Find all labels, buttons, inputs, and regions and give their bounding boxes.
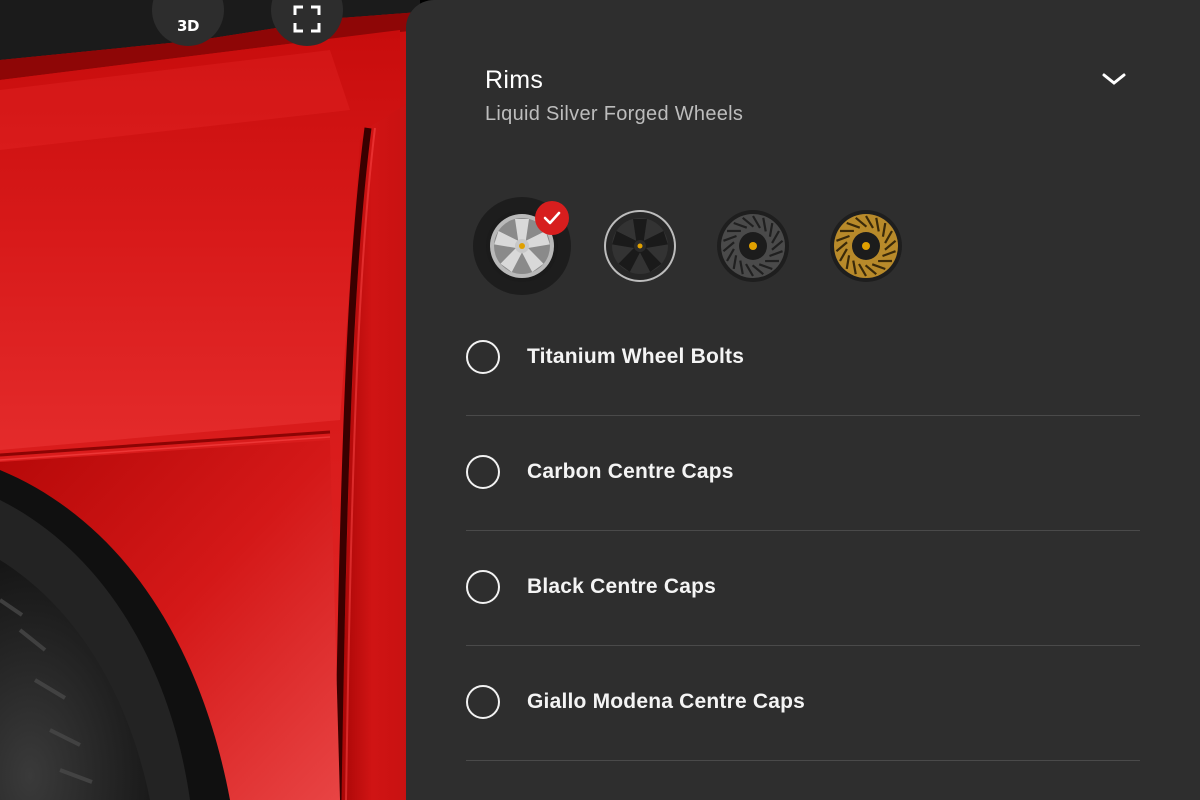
black-forged-wheel-icon: [604, 210, 676, 282]
option-label: Giallo Modena Centre Caps: [527, 690, 806, 713]
option-black-centre-caps[interactable]: Black Centre Caps: [466, 531, 1140, 646]
wheel-swatch-list: [473, 197, 973, 295]
option-carbon-centre-caps[interactable]: Carbon Centre Caps: [466, 416, 1140, 531]
wheel-swatch-silver-forged[interactable]: [473, 197, 571, 295]
rims-config-panel: Rims Liquid Silver Forged Wheels Titaniu…: [406, 0, 1200, 800]
option-titanium-wheel-bolts[interactable]: Titanium Wheel Bolts: [466, 301, 1140, 416]
fullscreen-icon: [293, 5, 321, 33]
option-label: Titanium Wheel Bolts: [527, 345, 745, 368]
configurator-screen: 3D Rims Liquid Silver Forged Wheels Tita…: [0, 0, 1200, 800]
radio-button[interactable]: [466, 570, 500, 604]
gold-turbine-wheel-icon: [830, 210, 902, 282]
option-label: Carbon Centre Caps: [527, 460, 734, 483]
wheel-swatch-gold-turbine[interactable]: [817, 197, 915, 295]
rims-section-header[interactable]: Rims Liquid Silver Forged Wheels: [485, 62, 1145, 142]
selected-check-icon: [535, 201, 569, 235]
rim-options-list: Titanium Wheel Bolts Carbon Centre Caps …: [466, 301, 1140, 761]
selected-rim-name: Liquid Silver Forged Wheels: [485, 103, 744, 125]
radio-button[interactable]: [466, 685, 500, 719]
option-label: Black Centre Caps: [527, 575, 716, 598]
rotate-3d-icon: 3D: [177, 19, 199, 34]
wheel-swatch-black-forged[interactable]: [591, 197, 689, 295]
chevron-down-icon[interactable]: [1101, 70, 1127, 88]
wheel-swatch-black-turbine[interactable]: [704, 197, 802, 295]
view-3d-label: 3D: [177, 17, 199, 35]
radio-button[interactable]: [466, 340, 500, 374]
section-title: Rims: [485, 66, 544, 94]
radio-button[interactable]: [466, 455, 500, 489]
black-turbine-wheel-icon: [717, 210, 789, 282]
option-giallo-modena-centre-caps[interactable]: Giallo Modena Centre Caps: [466, 646, 1140, 761]
